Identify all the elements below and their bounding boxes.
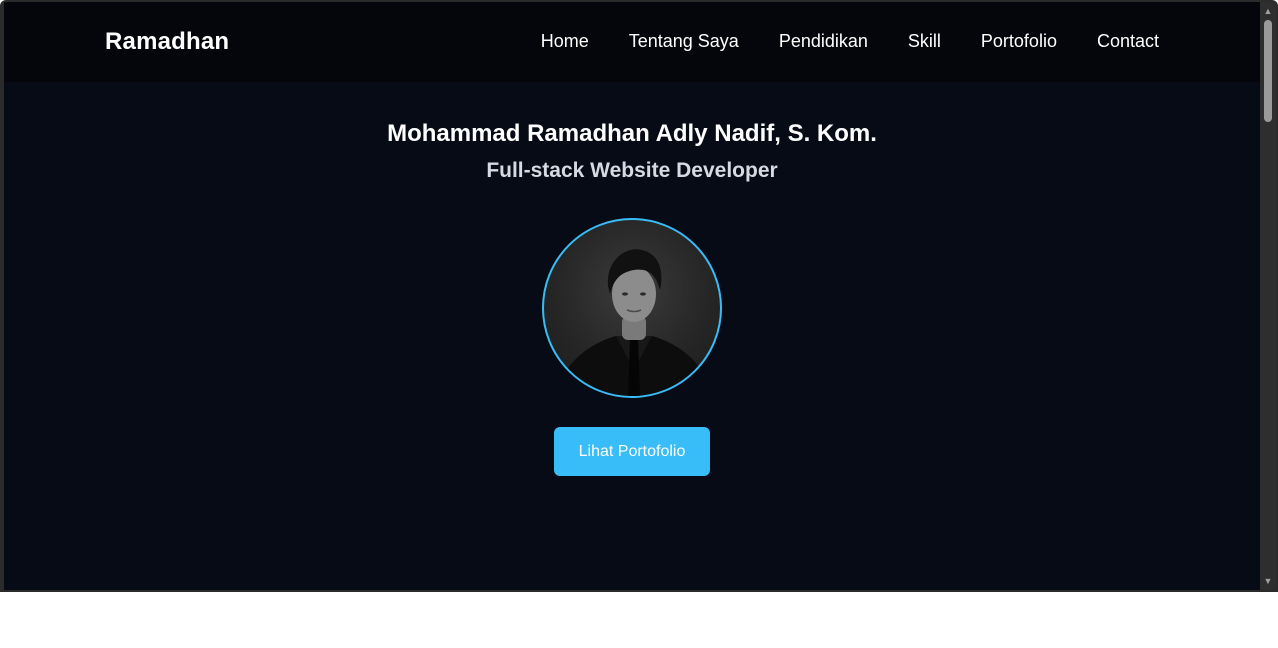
nav-link-portofolio[interactable]: Portofolio [981,31,1057,52]
person-silhouette-icon [555,249,713,396]
navbar: Ramadhan Home Tentang Saya Pendidikan Sk… [4,2,1260,82]
brand-logo[interactable]: Ramadhan [105,28,229,56]
profile-photo [542,218,722,398]
view-portfolio-button[interactable]: Lihat Portofolio [554,427,710,476]
page-viewport: Ramadhan Home Tentang Saya Pendidikan Sk… [4,2,1260,590]
nav-link-contact[interactable]: Contact [1097,31,1159,52]
nav-link-skill[interactable]: Skill [908,31,941,52]
nav-link-tentang-saya[interactable]: Tentang Saya [629,31,739,52]
nav-links: Home Tentang Saya Pendidikan Skill Porto… [541,31,1159,52]
scroll-down-icon[interactable]: ▼ [1260,574,1276,588]
scroll-thumb[interactable] [1264,20,1272,122]
vertical-scrollbar[interactable]: ▲ ▼ [1260,2,1276,590]
hero-role: Full-stack Website Developer [486,159,778,182]
nav-link-home[interactable]: Home [541,31,589,52]
nav-link-pendidikan[interactable]: Pendidikan [779,31,868,52]
scroll-up-icon[interactable]: ▲ [1260,4,1276,18]
browser-window: Ramadhan Home Tentang Saya Pendidikan Sk… [0,0,1278,592]
hero-name: Mohammad Ramadhan Adly Nadif, S. Kom. [387,120,877,147]
